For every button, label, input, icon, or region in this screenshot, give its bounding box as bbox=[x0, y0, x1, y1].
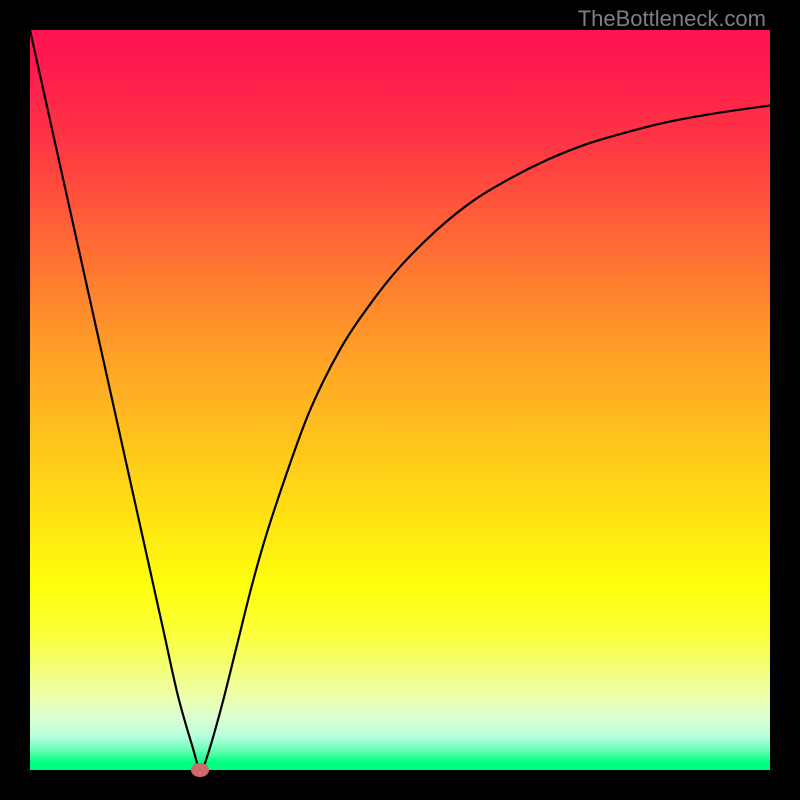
watermark-text: TheBottleneck.com bbox=[578, 6, 766, 32]
optimum-marker bbox=[191, 763, 209, 777]
bottleneck-curve bbox=[30, 30, 770, 770]
plot-area bbox=[30, 30, 770, 770]
curve-svg bbox=[30, 30, 770, 770]
chart-frame: TheBottleneck.com bbox=[0, 0, 800, 800]
